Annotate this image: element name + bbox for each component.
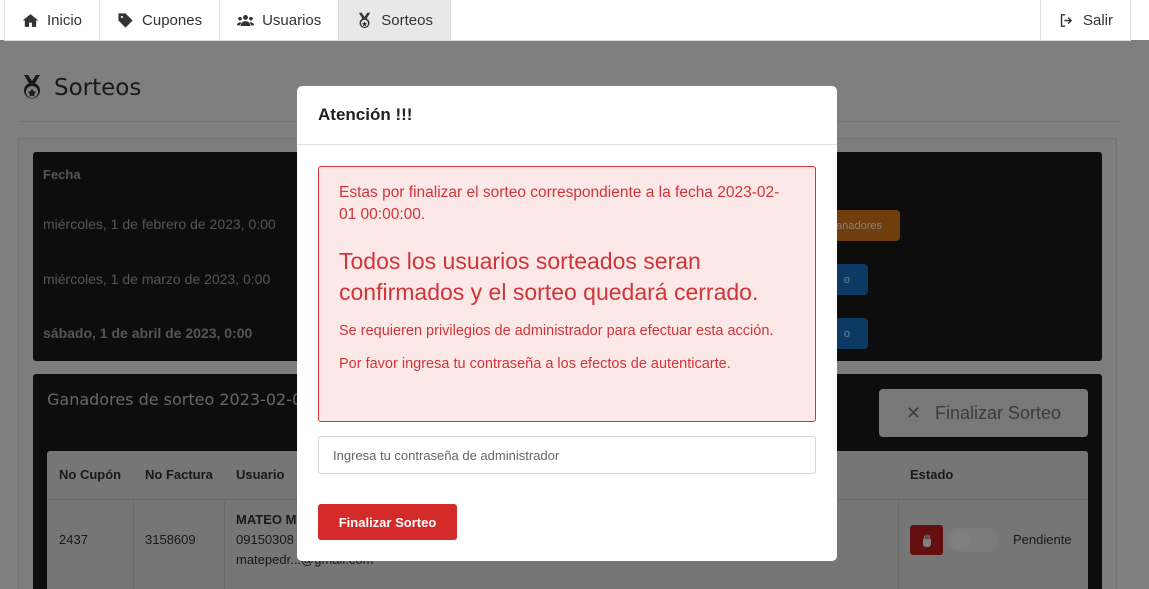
danger-alert: Estas por finalizar el sorteo correspond… — [318, 166, 816, 422]
alert-auth-text: Por favor ingresa tu contraseña a los ef… — [339, 356, 731, 372]
logout-label: Salir — [1082, 11, 1113, 29]
confirm-modal: Atención !!! Estas por finalizar el sort… — [297, 86, 837, 561]
tag-icon — [118, 12, 133, 28]
nav-item-inicio[interactable]: Inicio — [5, 0, 101, 40]
alert-heading: Todos los usuarios sorteados seran confi… — [339, 248, 759, 305]
nav-item-label: Sorteos — [381, 11, 433, 29]
finalize-submit-button[interactable]: Finalizar Sorteo — [318, 504, 457, 540]
alert-privileges-text: Se requieren privilegios de administrado… — [339, 323, 774, 339]
nav-item-label: Inicio — [47, 11, 83, 29]
nav-item-sorteos[interactable]: Sorteos — [339, 0, 451, 40]
top-navbar: Inicio Cupones Usuarios Sorteos Salir — [4, 0, 1131, 41]
nav-item-cupones[interactable]: Cupones — [100, 0, 221, 40]
modal-title: Atención !!! — [318, 105, 413, 124]
nav-item-label: Cupones — [142, 11, 203, 29]
medal-icon — [359, 12, 371, 28]
modal-header: Atención !!! — [297, 86, 837, 145]
alert-message: Estas por finalizar el sorteo correspond… — [339, 184, 780, 223]
sign-out-icon — [1060, 13, 1073, 27]
home-icon — [22, 13, 39, 27]
nav-item-label: Usuarios — [262, 11, 322, 29]
users-icon — [237, 14, 255, 26]
nav-item-salir[interactable]: Salir — [1039, 0, 1130, 40]
admin-password-input[interactable] — [318, 436, 816, 474]
nav-item-usuarios[interactable]: Usuarios — [220, 0, 340, 40]
